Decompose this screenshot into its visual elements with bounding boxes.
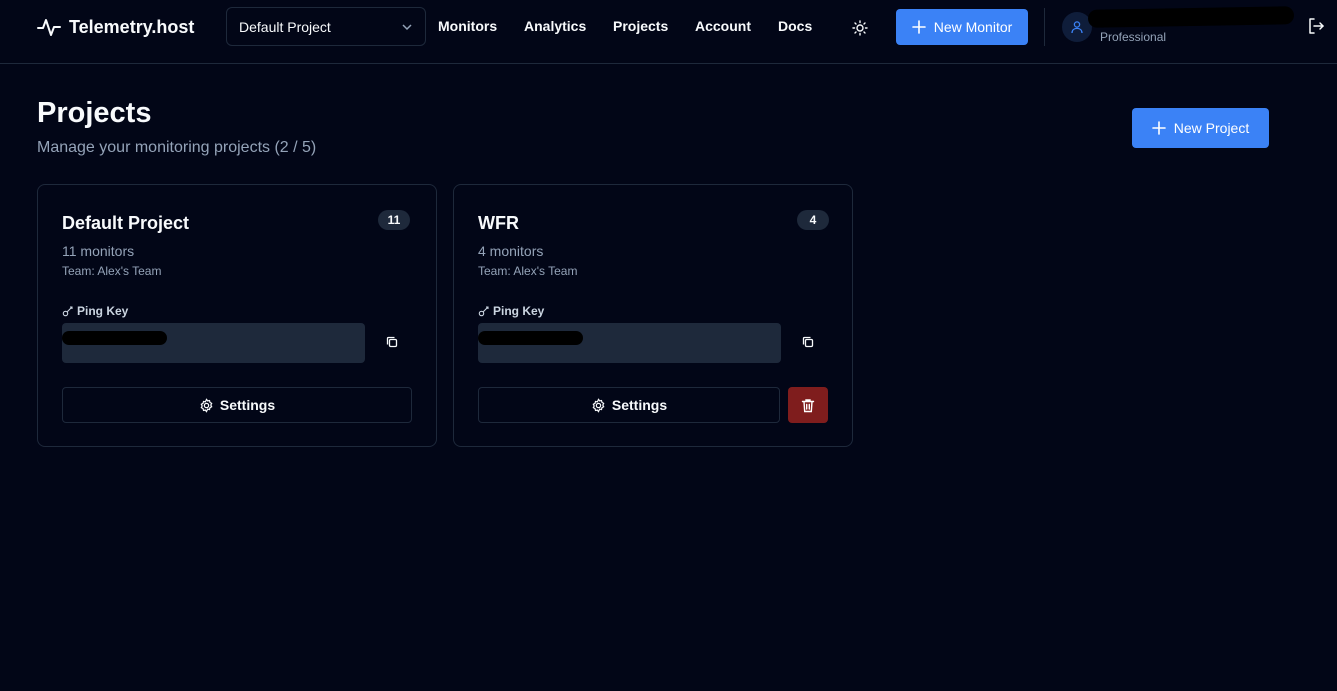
- page-subtitle: Manage your monitoring projects (2 / 5): [37, 139, 317, 156]
- ping-key-field[interactable]: [478, 323, 781, 363]
- user-plan: Professional: [1100, 30, 1167, 44]
- chevron-down-icon: [401, 21, 413, 33]
- project-team: Team: Alex's Team: [478, 264, 578, 278]
- project-card: WFR 4 4 monitors Team: Alex's Team Ping …: [453, 184, 853, 447]
- settings-label: Settings: [611, 397, 668, 413]
- top-navigation-bar: Telemetry.host Default Project Monitors …: [0, 0, 1337, 64]
- monitor-count-badge: 11: [378, 210, 410, 230]
- monitor-count-badge: 4: [797, 210, 829, 230]
- ping-key-field[interactable]: [62, 323, 365, 363]
- pulse-icon: [37, 16, 61, 38]
- project-settings-button[interactable]: Settings: [478, 387, 780, 423]
- theme-toggle-button[interactable]: [848, 16, 872, 40]
- copy-ping-key-button[interactable]: [801, 335, 817, 351]
- logout-icon: [1307, 17, 1327, 35]
- ping-key-text: Ping Key: [493, 304, 545, 318]
- project-monitor-count: 11 monitors: [62, 243, 135, 259]
- new-monitor-label: New Monitor: [933, 19, 1013, 35]
- ping-key-redacted: [62, 331, 167, 345]
- copy-ping-key-button[interactable]: [385, 335, 401, 351]
- user-name-redacted: [1087, 6, 1295, 28]
- page-title: Projects: [37, 97, 152, 129]
- new-monitor-button[interactable]: New Monitor: [896, 9, 1028, 45]
- project-name: WFR: [478, 213, 519, 233]
- project-card: Default Project 11 11 monitors Team: Ale…: [37, 184, 437, 447]
- ping-key-label: Ping Key: [62, 304, 128, 318]
- ping-key-text: Ping Key: [77, 304, 129, 318]
- gear-icon: [199, 397, 214, 413]
- copy-icon: [801, 335, 817, 349]
- trash-icon: [801, 398, 815, 413]
- brand-logo[interactable]: Telemetry.host: [37, 14, 194, 40]
- key-icon: [62, 305, 74, 317]
- settings-label: Settings: [219, 397, 276, 413]
- brand-name: Telemetry.host: [69, 16, 195, 37]
- copy-icon: [385, 335, 401, 349]
- key-icon: [478, 305, 490, 317]
- nav-monitors[interactable]: Monitors: [438, 18, 497, 34]
- project-monitor-count: 4 monitors: [478, 243, 544, 259]
- nav-analytics[interactable]: Analytics: [524, 18, 586, 34]
- project-selector-value: Default Project: [239, 18, 331, 35]
- project-settings-button[interactable]: Settings: [62, 387, 412, 423]
- user-icon: [1070, 20, 1084, 34]
- gear-icon: [591, 397, 606, 413]
- plus-icon: [1151, 121, 1166, 135]
- nav-account[interactable]: Account: [695, 18, 751, 34]
- logout-button[interactable]: [1307, 17, 1327, 37]
- new-project-button[interactable]: New Project: [1132, 108, 1269, 148]
- header-divider: [1044, 8, 1045, 46]
- project-team: Team: Alex's Team: [62, 264, 162, 278]
- ping-key-label: Ping Key: [478, 304, 544, 318]
- new-project-label: New Project: [1173, 120, 1250, 136]
- sun-icon: [852, 20, 868, 36]
- nav-docs[interactable]: Docs: [778, 18, 812, 34]
- project-name: Default Project: [62, 213, 190, 233]
- ping-key-redacted: [478, 331, 583, 345]
- delete-project-button[interactable]: [788, 387, 828, 423]
- plus-icon: [911, 20, 926, 34]
- nav-projects[interactable]: Projects: [613, 18, 668, 34]
- project-selector[interactable]: Default Project: [226, 7, 426, 46]
